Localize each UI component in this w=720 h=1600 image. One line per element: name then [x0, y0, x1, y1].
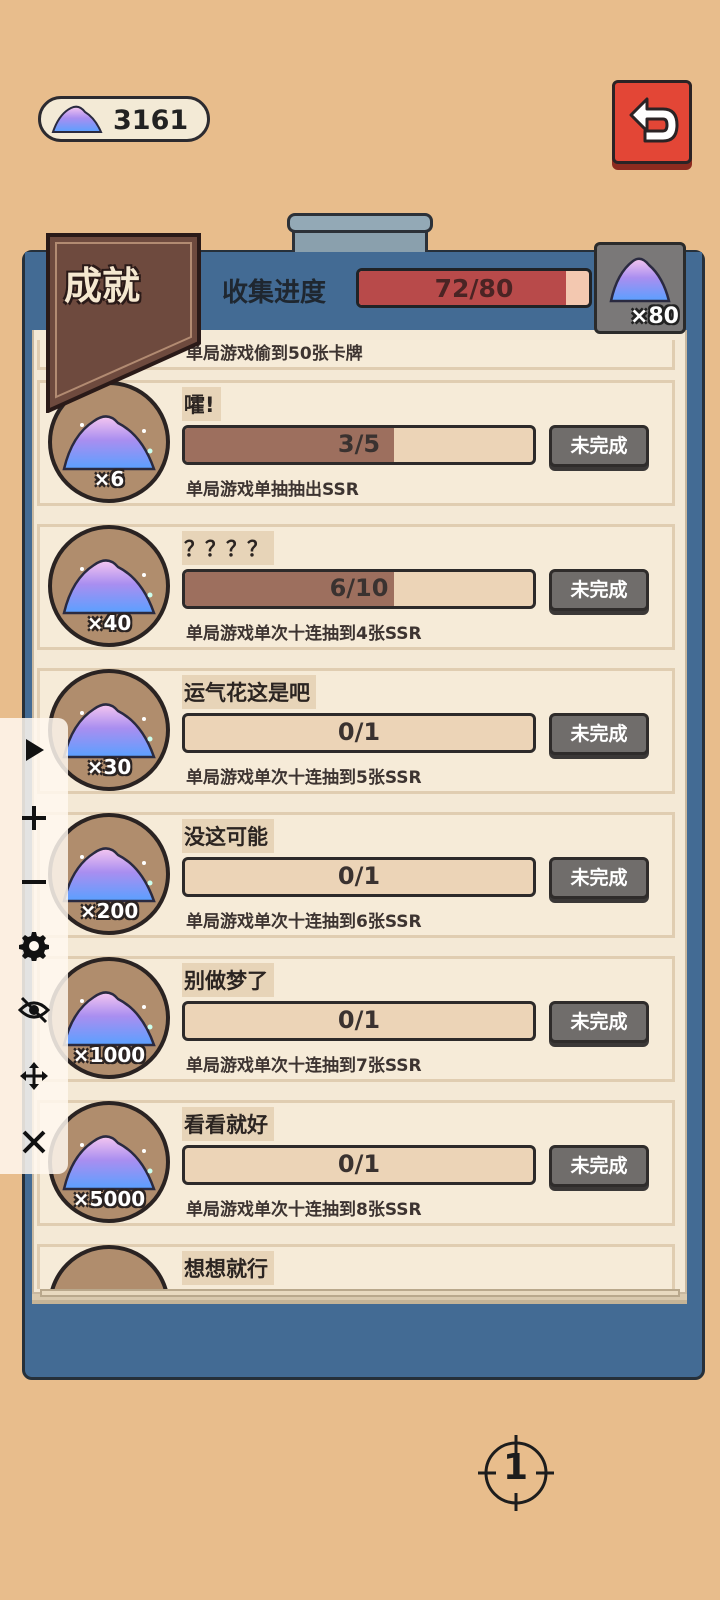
gem-icon — [609, 257, 671, 303]
close-icon[interactable] — [12, 1120, 56, 1164]
collect-reward-button[interactable]: ×80 — [594, 242, 686, 334]
achievement-title: 看看就好 — [182, 1107, 274, 1141]
reward-count: ×200 — [79, 899, 139, 923]
reward-badge: ×40 — [48, 525, 170, 647]
page-title: 成就 — [64, 264, 141, 308]
achievement-progress-text: 0/1 — [337, 862, 381, 890]
achievement-progress-text: 0/1 — [337, 1006, 381, 1034]
achievement-desc: 单局游戏单次十连抽到4张SSR — [186, 624, 422, 644]
achievement-title: ？？？？ — [182, 531, 274, 565]
list-item: ×5000 看看就好 0/1 未完成单局游戏单次十连抽到8张SSR — [37, 1100, 675, 1226]
reward-count: ×40 — [86, 611, 132, 635]
title-banner: 成就 — [46, 233, 201, 415]
achievement-desc: 单局游戏单次十连抽到7张SSR — [186, 1056, 422, 1076]
back-arrow-icon — [629, 97, 679, 143]
settings-icon[interactable] — [12, 924, 56, 968]
collect-reward-count: ×80 — [629, 304, 679, 329]
list-item: ×200 没这可能 0/1 未完成单局游戏单次十连抽到6张SSR — [37, 812, 675, 938]
status-button[interactable]: 未完成 — [549, 1001, 649, 1043]
zoom-in-icon[interactable] — [12, 796, 56, 840]
achievement-desc: 单局游戏单次十连抽到5张SSR — [186, 768, 422, 788]
status-button[interactable]: 未完成 — [549, 569, 649, 611]
back-button[interactable] — [612, 80, 692, 164]
list-item: ×40 ？？？？ 6/10 未完成单局游戏单次十连抽到4张SSR — [37, 524, 675, 650]
achievement-title: 别做梦了 — [182, 963, 274, 997]
achievement-list[interactable]: 单局游戏偷到50张卡牌 ×6 嚯! 3/5 未完成 单局游戏单抽抽出SSR ×40？？？？… — [32, 340, 687, 1289]
status-button[interactable]: 未完成 — [549, 713, 649, 755]
reward-count: ×5000 — [72, 1187, 146, 1211]
achievement-progress-bar: 6/10 — [182, 569, 536, 609]
achievement-progress-text: 3/5 — [337, 430, 381, 458]
reward-count: ×6 — [93, 467, 125, 491]
achievement-desc: 单局游戏单次十连抽到6张SSR — [186, 912, 422, 932]
currency-value: 3161 — [113, 105, 189, 136]
status-button[interactable]: 未完成 — [549, 1145, 649, 1187]
crosshair-number: 1 — [503, 1447, 529, 1488]
paper-edge — [40, 1289, 680, 1297]
achievement-title: 没这可能 — [182, 819, 274, 853]
reward-count: ×1000 — [72, 1043, 146, 1067]
gem-icon — [49, 102, 105, 142]
move-icon[interactable] — [12, 1054, 56, 1098]
achievement-title: 想想就行 — [182, 1251, 274, 1285]
achievement-title: 运气花这是吧 — [182, 675, 316, 709]
list-item: ×1000 别做梦了 0/1 未完成单局游戏单次十连抽到7张SSR — [37, 956, 675, 1082]
collect-progress-text: 72/80 — [434, 274, 514, 303]
status-button[interactable]: 未完成 — [549, 857, 649, 899]
hide-icon[interactable] — [12, 988, 56, 1032]
collect-progress-label: 收集进度 — [222, 278, 327, 308]
achievement-progress-bar: 0/1 — [182, 1145, 536, 1185]
achievement-desc: 单局游戏单次十连抽到8张SSR — [186, 1200, 422, 1220]
reward-badge — [48, 1245, 170, 1289]
achievement-progress-bar: 0/1 — [182, 713, 536, 753]
list-item: ×30 运气花这是吧 0/1 未完成单局游戏单次十连抽到5张SSR — [37, 668, 675, 794]
achievement-progress-bar: 0/1 — [182, 1001, 536, 1041]
collect-progress-bar: 72/80 — [356, 268, 592, 308]
achievement-desc: 单局游戏单抽抽出SSR — [186, 480, 359, 500]
crosshair-indicator[interactable]: 1 — [476, 1433, 556, 1517]
list-item-partial-bottom: 想想就行 — [37, 1244, 675, 1289]
achievement-desc: 单局游戏偷到50张卡牌 — [186, 344, 363, 364]
zoom-out-icon[interactable] — [12, 860, 56, 904]
achievement-progress-text: 6/10 — [329, 574, 389, 602]
achievement-progress-bar: 0/1 — [182, 857, 536, 897]
floating-toolbar — [0, 718, 68, 1174]
achievement-progress-text: 0/1 — [337, 1150, 381, 1178]
achievement-progress-text: 0/1 — [337, 718, 381, 746]
achievement-progress-bar: 3/5 — [182, 425, 536, 465]
reward-count: ×30 — [86, 755, 132, 779]
status-button[interactable]: 未完成 — [549, 425, 649, 467]
play-icon[interactable] — [12, 728, 56, 772]
currency-display: 3161 — [38, 96, 210, 142]
